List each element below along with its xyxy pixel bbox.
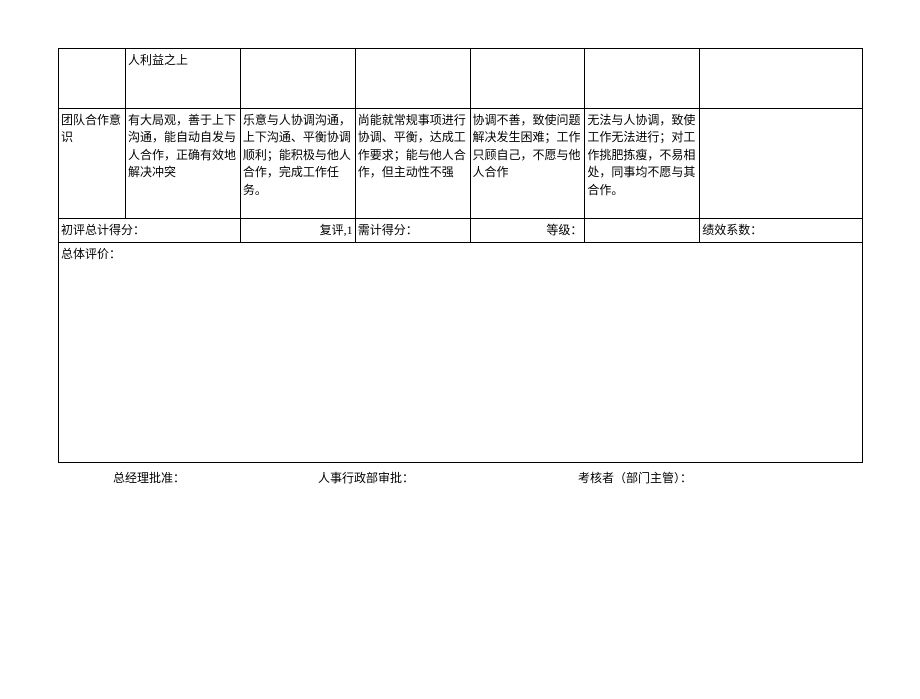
cell xyxy=(585,49,700,109)
gm-approval-label: 总经理批准： xyxy=(58,469,308,486)
level-bad: 无法与人协调，致使工作无法进行；对工作挑肥拣瘦，不易相处，同事均不愿与其合作。 xyxy=(585,109,700,219)
initial-score-label: 初评总计得分： xyxy=(59,219,241,243)
overall-evaluation: 总体评价： xyxy=(59,243,863,463)
cell xyxy=(585,219,700,243)
table-row: 人利益之上 xyxy=(59,49,863,109)
level-average: 尚能就常规事项进行协调、平衡，达成工作要求；能与他人合作，但主动性不强 xyxy=(355,109,470,219)
evaluation-table: 人利益之上 团队合作意识 有大局观，善于上下沟通，能自动自发与人合作，正确有效地… xyxy=(58,48,863,463)
level-good: 乐意与人协调沟通，上下沟通、平衡协调顺利；能积极与他人合作，完成工作任务。 xyxy=(240,109,355,219)
grade-label: 等级： xyxy=(470,219,585,243)
signature-footer: 总经理批准： 人事行政部审批： 考核者（部门主管）： xyxy=(58,469,863,486)
cell xyxy=(470,49,585,109)
overall-eval-row: 总体评价： xyxy=(59,243,863,463)
cell xyxy=(700,49,863,109)
assessor-label: 考核者（部门主管）： xyxy=(568,469,818,486)
coefficient-label: 绩效系数： xyxy=(700,219,863,243)
level-poor: 协调不善，致使问题解决发生困难；工作只顾自己，不愿与他人合作 xyxy=(470,109,585,219)
hr-approval-label: 人事行政部审批： xyxy=(308,469,568,486)
required-score-label: 需计得分： xyxy=(355,219,470,243)
score-row: 初评总计得分： 复评,1 需计得分： 等级： 绩效系数： xyxy=(59,219,863,243)
review-label: 复评,1 xyxy=(240,219,355,243)
cell xyxy=(355,49,470,109)
document-page: 人利益之上 团队合作意识 有大局观，善于上下沟通，能自动自发与人合作，正确有效地… xyxy=(0,48,920,486)
cell xyxy=(240,49,355,109)
cell: 人利益之上 xyxy=(126,49,241,109)
level-excellent: 有大局观，善于上下沟通，能自动自发与人合作，正确有效地解决冲突 xyxy=(126,109,241,219)
table-row: 团队合作意识 有大局观，善于上下沟通，能自动自发与人合作，正确有效地解决冲突 乐… xyxy=(59,109,863,219)
criterion-label: 团队合作意识 xyxy=(59,109,126,219)
cell xyxy=(59,49,126,109)
cell xyxy=(700,109,863,219)
